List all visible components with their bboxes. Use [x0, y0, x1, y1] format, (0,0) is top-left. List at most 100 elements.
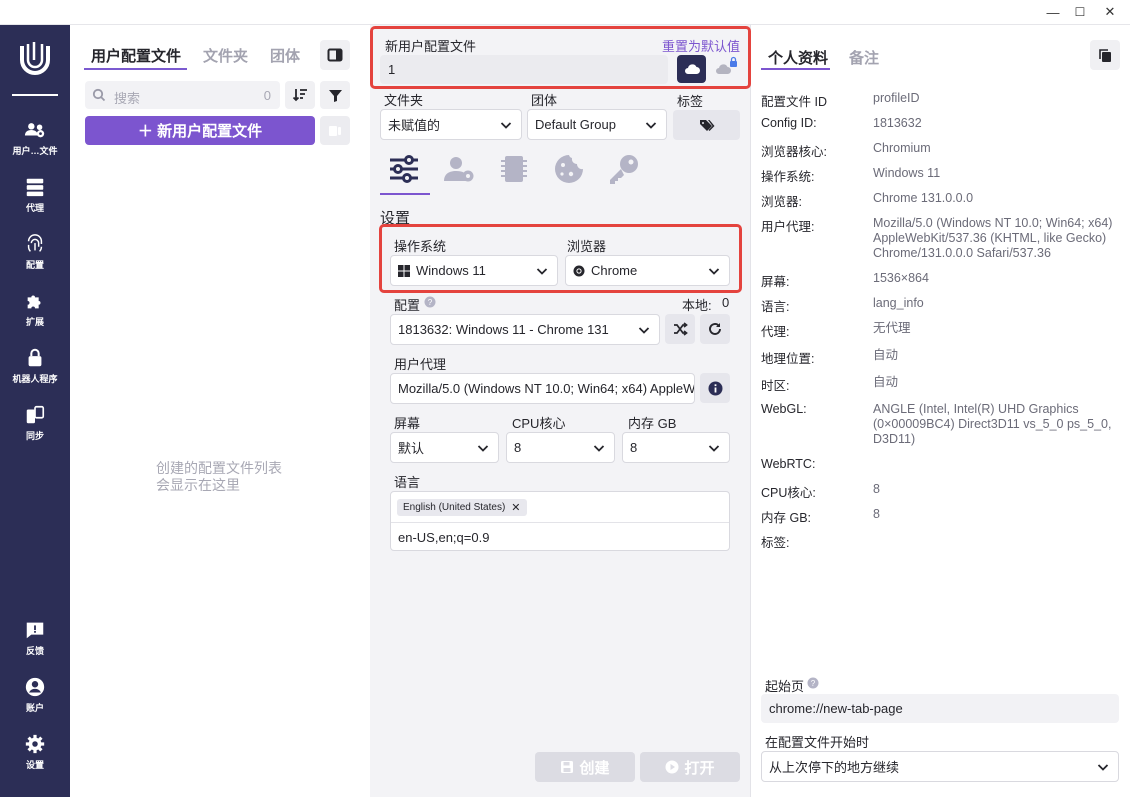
detail-value: profileID [873, 91, 920, 105]
tab-groups[interactable]: 团体 [270, 45, 300, 66]
start-page-input[interactable]: chrome://new-tab-page [761, 694, 1119, 723]
tags-icon [699, 120, 714, 131]
detail-value: 1536×864 [873, 271, 929, 285]
nav-item-label: 反馈 [25, 646, 44, 656]
user-gear-icon[interactable] [442, 152, 476, 186]
minimize-button[interactable]: — [1041, 3, 1065, 21]
cpu-select[interactable]: 8 [506, 432, 615, 463]
svg-text:?: ? [428, 298, 433, 307]
details-panel: 个人资料 备注 配置文件 ID profileID Config ID: 181… [751, 25, 1130, 797]
users-gear-icon [24, 123, 45, 138]
nav-divider [12, 94, 58, 96]
toggle-panel-button[interactable] [320, 40, 350, 70]
tags-label: 标签 [677, 94, 704, 109]
chevron-down-icon [708, 445, 720, 452]
refresh-button[interactable] [700, 314, 730, 344]
tags-button[interactable] [673, 110, 740, 140]
language-value: en-US,en;q=0.9 [398, 530, 490, 545]
chevron-down-icon [1097, 764, 1109, 771]
user-agent-input[interactable]: Mozilla/5.0 (Windows NT 10.0; Win64; x64… [390, 373, 695, 404]
search-placeholder: 搜索 [114, 91, 141, 106]
puzzle-icon [27, 295, 41, 309]
close-button[interactable]: ✕ [1098, 3, 1122, 21]
filter-button[interactable] [320, 81, 350, 109]
new-profile-button[interactable]: ＋ 新用户配置文件 [85, 116, 315, 145]
on-start-select-value: 从上次停下的地方继续 [769, 760, 900, 775]
start-page-label: 起始页 [765, 679, 805, 694]
nav-item-label: 代理 [25, 203, 44, 213]
create-button[interactable]: 创建 [535, 752, 635, 782]
copy-button[interactable] [1090, 40, 1120, 70]
detail-value: Chromium [873, 141, 931, 155]
gear-icon [25, 734, 45, 754]
batch-button[interactable] [320, 116, 350, 145]
shuffle-button[interactable] [665, 314, 695, 344]
detail-key: Config ID: [761, 116, 817, 130]
nav-item-config[interactable]: 配置 [0, 233, 70, 281]
empty-state: 创建的配置文件列表 会显示在这里 [156, 460, 282, 494]
nav-item-label: 同步 [25, 431, 44, 441]
nav-item-label: 用户…文件 [12, 146, 58, 156]
search-box[interactable]: 搜索 0 [85, 81, 280, 109]
help-icon[interactable]: ? [807, 677, 819, 689]
on-start-select[interactable]: 从上次停下的地方继续 [761, 751, 1119, 782]
search-icon [92, 88, 106, 102]
detail-value: 8 [873, 482, 880, 496]
local-label: 本地: [682, 298, 712, 313]
settings-sliders-icon[interactable] [387, 152, 421, 186]
memory-select[interactable]: 8 [622, 432, 730, 463]
tab-profile-info[interactable]: 个人资料 [768, 47, 828, 68]
tab-folders[interactable]: 文件夹 [203, 45, 248, 66]
config-select[interactable]: 1813632: Windows 11 - Chrome 131 [390, 314, 660, 345]
open-button[interactable]: 打开 [640, 752, 740, 782]
nav-item-extensions[interactable]: 扩展 [0, 290, 70, 338]
screen-select[interactable]: 默认 [390, 432, 499, 463]
folder-label: 文件夹 [384, 93, 424, 108]
language-chip-label: English (United States) [403, 502, 506, 513]
detail-key: 操作系统: [761, 170, 815, 184]
detail-key: 地理位置: [761, 352, 815, 366]
detail-value: Chrome 131.0.0.0 [873, 191, 974, 205]
nav-item-robots[interactable]: 机器人程序 [0, 347, 70, 395]
nav-item-account[interactable]: 账户 [0, 676, 70, 724]
detail-key: 代理: [761, 325, 790, 339]
maximize-button[interactable]: ☐ [1068, 3, 1092, 21]
user-agent-label: 用户代理 [394, 357, 447, 372]
cookie-icon[interactable] [552, 152, 586, 186]
local-count: 0 [722, 295, 730, 310]
language-box[interactable]: English (United States) ✕ en-US,en;q=0.9 [390, 491, 730, 551]
tab-profiles[interactable]: 用户配置文件 [91, 45, 181, 66]
nav-item-settings[interactable]: 设置 [0, 733, 70, 781]
save-icon [561, 761, 574, 773]
group-select[interactable]: Default Group [527, 109, 667, 140]
detail-value: Mozilla/5.0 (Windows NT 10.0; Win64; x64… [873, 216, 1113, 260]
nav-item-sync[interactable]: 同步 [0, 404, 70, 452]
nav-item-label: 配置 [25, 260, 44, 270]
nav-item-label: 扩展 [25, 317, 44, 327]
nav-item-feedback[interactable]: 反馈 [0, 619, 70, 667]
language-chip[interactable]: English (United States) ✕ [397, 499, 527, 516]
group-select-value: Default Group [535, 117, 616, 132]
shuffle-icon [673, 322, 688, 336]
detail-key: 浏览器核心: [761, 145, 827, 159]
detail-key: CPU核心: [761, 486, 816, 500]
highlight-box-name [370, 26, 751, 89]
nav-item-profiles[interactable]: 用户…文件 [0, 119, 70, 167]
sort-icon [292, 89, 307, 102]
copy-icon [1098, 48, 1111, 62]
cpu-icon[interactable] [497, 152, 531, 186]
detail-value: 8 [873, 507, 880, 521]
chip-remove-icon[interactable]: ✕ [511, 501, 520, 514]
empty-state-line: 会显示在这里 [156, 477, 240, 493]
group-label: 团体 [531, 93, 558, 108]
sort-button[interactable] [285, 81, 315, 109]
folder-select-value: 未赋值的 [388, 118, 441, 133]
nav-item-proxy[interactable]: 代理 [0, 176, 70, 224]
key-icon[interactable] [607, 152, 641, 186]
on-start-label: 在配置文件开始时 [765, 735, 870, 750]
user-agent-info-button[interactable] [700, 373, 730, 403]
help-icon[interactable]: ? [424, 296, 436, 308]
folder-select[interactable]: 未赋值的 [380, 109, 522, 140]
highlight-box-os-browser [379, 224, 742, 293]
tab-notes[interactable]: 备注 [849, 47, 879, 68]
